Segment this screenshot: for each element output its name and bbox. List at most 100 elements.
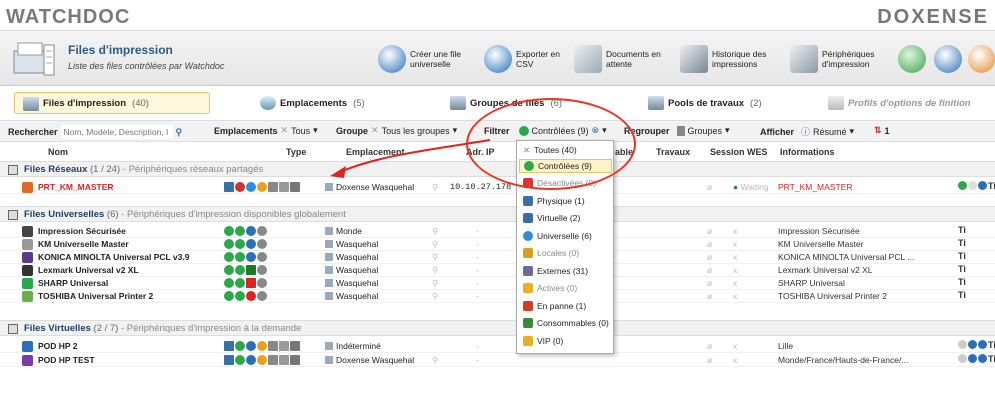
clear-icon[interactable]: ✕ [371,125,379,136]
active-icon [523,283,533,293]
home-icon[interactable] [968,45,995,73]
table-row[interactable]: Impression Sécurisée Monde ⚲ - ø x Impre… [0,225,995,238]
row-actions[interactable]: Ti [958,340,995,350]
col-type[interactable]: Type [286,147,306,157]
row-actions[interactable]: Ti [958,181,995,191]
regrouper-select[interactable]: Groupes [688,126,723,136]
disabled-icon [523,178,533,188]
printer-icon [22,341,33,352]
row-actions[interactable]: Ti [958,225,966,235]
groupe-select[interactable]: Tous les groupes [382,126,450,136]
tab-emplacements[interactable]: Emplacements (5) [252,92,412,114]
filter-option-en-panne[interactable]: En panne (1) [519,299,612,313]
search-icon[interactable]: ⚲ [432,355,438,366]
virtual-icon [523,213,533,223]
tab-profils-options-finition[interactable]: Profils d'options de finition [820,92,992,114]
back-icon[interactable] [934,45,962,73]
devices-icon [790,45,818,73]
filter-option-virtuelle[interactable]: Virtuelle (2) [519,211,612,225]
table-row[interactable]: SHARP Universal Wasquehal ⚲ - ø x SHARP … [0,277,995,290]
row-actions[interactable]: Ti [958,290,966,300]
table-row[interactable]: POD HP 2 Indéterminé - ø x Lille Ti [0,340,995,353]
col-able[interactable]: able [615,147,633,157]
page-title: Files d'impression [68,43,173,57]
chevron-down-icon[interactable]: ▾ [453,125,458,136]
filter-option-universelle[interactable]: Universelle (6) [519,229,612,243]
col-travaux[interactable]: Travaux [656,147,690,157]
universal-icon [523,231,533,241]
filter-option-toutes[interactable]: ✕ Toutes (40) [519,143,612,157]
printer-icon [22,355,33,366]
tab-files-impression[interactable]: Files d'impression (40) [14,92,210,114]
search-icon[interactable]: ⚲ [432,239,438,250]
search-icon[interactable]: ⚲ [432,252,438,263]
col-nom[interactable]: Nom [48,147,68,157]
printer-icon [22,278,33,289]
chevron-down-icon[interactable]: ▾ [850,126,855,137]
printer-icon [22,291,33,302]
groupe-label: Groupe [336,125,369,136]
filter-option-desactivees[interactable]: Désactivées (0) [519,176,612,190]
controlled-icon [524,161,534,171]
filter-option-externes[interactable]: Externes (31) [519,264,612,278]
table-row[interactable]: Lexmark Universal v2 XL Wasquehal ⚲ - ø … [0,264,995,277]
filter-option-consommables[interactable]: Consommables (0) [519,316,612,330]
section-files-universelles[interactable]: Files Universelles (6) - Périphériques d… [0,206,995,222]
filter-option-physique[interactable]: Physique (1) [519,194,612,208]
table-row[interactable]: TOSHIBA Universal Printer 2 Wasquehal ⚲ … [0,290,995,303]
controlled-icon [518,125,529,136]
clear-filter-icon[interactable]: ⊗ [592,125,600,136]
network-queue-icon [8,165,18,175]
afficher-select[interactable]: Résumé [813,127,847,137]
col-informations[interactable]: Informations [780,147,835,157]
export-icon [484,45,512,73]
wes-status: ● Waiting [733,182,769,192]
filtrer-select[interactable]: Contrôlées (9) [532,126,589,136]
table-row[interactable]: KONICA MINOLTA Universal PCL v3.9 Wasque… [0,251,995,264]
search-icon[interactable]: ⚲ [432,265,438,276]
section-files-virtuelles[interactable]: Files Virtuelles (2 / 7) - Périphériques… [0,320,995,336]
print-history-button[interactable]: Historique des impressions [680,43,772,75]
emplacements-select[interactable]: Tous [291,126,310,136]
chevron-down-icon[interactable]: ▾ [313,125,318,136]
clear-icon[interactable]: ✕ [281,125,289,136]
search-icon[interactable]: ⚲ [176,127,183,138]
create-universal-queue-button[interactable]: Créer une file universelle [378,43,470,75]
sort-icon[interactable]: ⇅ [874,125,882,136]
section-files-reseaux[interactable]: Files Réseaux (1 / 24) - Périphériques r… [0,161,995,177]
watchdoc-logo: WATCHDOC [6,6,131,28]
search-icon[interactable]: ⚲ [432,278,438,289]
filter-option-actives[interactable]: Actives (0) [519,281,612,295]
pending-documents-button[interactable]: Documents en attente [574,43,666,75]
filter-option-vip[interactable]: VIP (0) [519,334,612,348]
row-actions[interactable]: Ti [958,251,966,261]
export-csv-button[interactable]: Exporter en CSV [484,43,576,75]
search-input[interactable] [60,125,173,139]
pool-icon [648,96,664,110]
chevron-down-icon[interactable]: ▾ [602,125,607,136]
row-actions[interactable]: Ti [958,264,966,274]
table-row[interactable]: PRT_KM_MASTER Doxense Wasquehal ⚲ 10.10.… [0,181,995,194]
print-devices-button[interactable]: Périphériques d'impression [790,43,882,75]
col-session-wes[interactable]: Session WES [710,147,768,157]
row-actions[interactable]: Ti [958,277,966,287]
search-icon[interactable]: ⚲ [432,182,438,193]
refresh-icon[interactable] [898,45,926,73]
brand-bar: WATCHDOC DOXENSE [0,0,995,30]
chevron-down-icon[interactable]: ▾ [725,125,730,136]
filter-option-locales[interactable]: Locales (0) [519,246,612,260]
table-row[interactable]: KM Universelle Master Wasquehal ⚲ - ø x … [0,238,995,251]
row-actions[interactable]: Ti [958,238,966,248]
afficher-label: Afficher [760,126,795,137]
search-icon[interactable]: ⚲ [432,226,438,237]
tab-pools-de-travaux[interactable]: Pools de travaux (2) [640,92,810,114]
consumables-icon [523,318,533,328]
filter-option-controlees[interactable]: Contrôlées (9) [519,159,612,173]
search-icon[interactable]: ⚲ [432,291,438,302]
tab-groupes-de-files[interactable]: Groupes de files (6) [442,92,602,114]
row-actions[interactable]: Ti [958,354,995,364]
col-adr-ip[interactable]: Adr. IP [466,147,495,157]
col-emplacement[interactable]: Emplacement [346,147,405,157]
create-icon [378,45,406,73]
table-row[interactable]: POD HP TEST Doxense Wasquehal ⚲ - ø x Mo… [0,354,995,367]
